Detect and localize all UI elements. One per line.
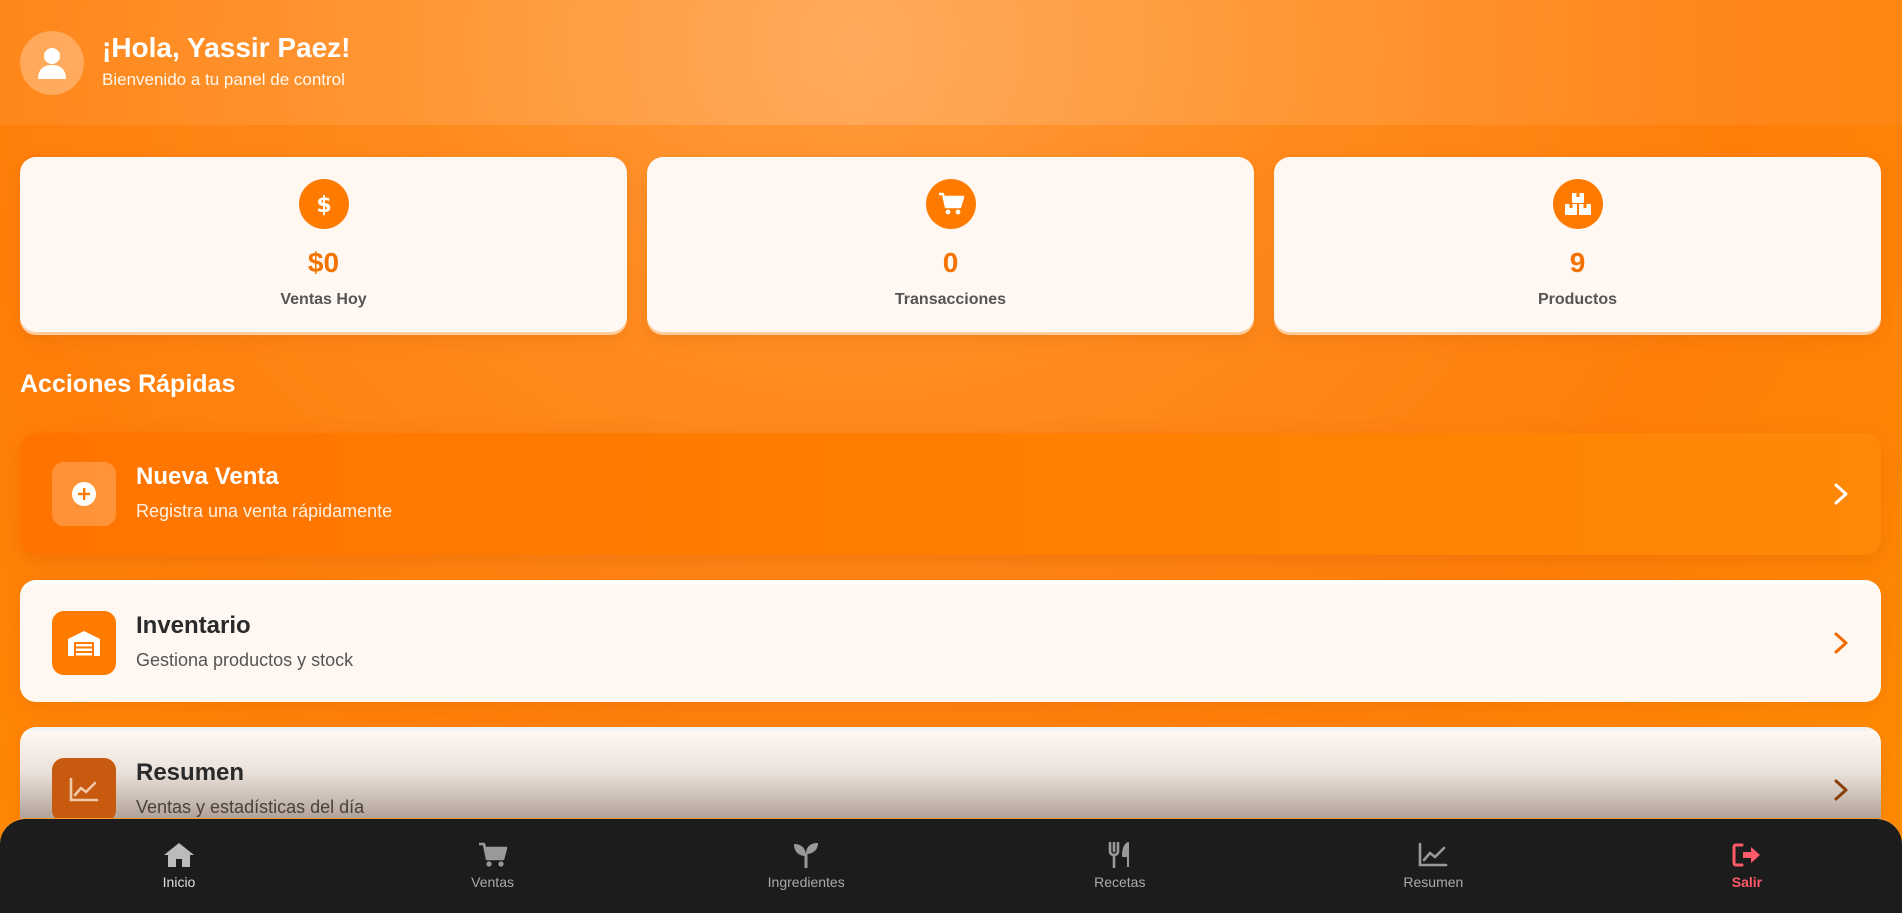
nav-label: Salir [1731,874,1763,890]
nav-item-inicio[interactable]: Inicio [134,842,224,890]
stat-value: 9 [1569,247,1586,278]
plus-circle-icon [52,462,116,526]
action-title: Nueva Venta [136,462,279,490]
warehouse-icon [52,611,116,675]
chevron-right-icon [1829,631,1853,655]
nav-item-ingredientes[interactable]: Ingredientes [761,842,851,890]
stat-card-products: 9 Productos [1274,157,1881,335]
svg-text:$: $ [316,193,331,217]
logout-icon [1732,843,1760,867]
section-title-quick-actions: Acciones Rápidas [20,370,236,398]
stat-card-sales-today: $ $0 Ventas Hoy [20,157,627,335]
greeting-title: ¡Hola, Yassir Paez! [102,31,351,63]
boxes-icon [1552,179,1603,229]
action-title: Resumen [136,758,245,786]
user-icon [38,47,66,79]
stat-value: $0 [307,247,340,278]
dollar-icon: $ [298,179,349,229]
stat-label: Ventas Hoy [280,291,367,308]
chevron-right-icon [1829,482,1853,506]
nav-label: Ventas [471,874,514,890]
action-new-sale[interactable]: Nueva Venta Registra una venta rápidamen… [20,433,1881,555]
chart-line-icon [1419,842,1448,867]
greeting-subtitle: Bienvenido a tu panel de control [102,69,345,89]
stat-label: Productos [1537,291,1618,308]
nav-item-resumen[interactable]: Resumen [1388,842,1478,890]
action-title: Inventario [136,611,251,639]
action-subtitle: Gestiona productos y stock [136,649,354,670]
stat-card-transactions: 0 Transacciones [647,157,1254,335]
nav-label: Resumen [1403,874,1464,890]
cart-icon [478,842,507,867]
seedling-icon [794,843,819,868]
nav-label: Ingredientes [767,874,845,890]
utensils-icon [1108,842,1129,868]
chart-line-icon [52,758,116,822]
nav-item-recetas[interactable]: Recetas [1075,842,1165,890]
action-subtitle: Ventas y estadísticas del día [136,796,365,817]
home-icon [164,843,194,867]
nav-item-salir[interactable]: Salir [1702,842,1792,890]
stats-row: $ $0 Ventas Hoy 0 Transacciones 9 Produc… [20,157,1881,335]
action-inventory[interactable]: Inventario Gestiona productos y stock [20,580,1881,702]
stat-label: Transacciones [894,291,1007,308]
avatar[interactable] [20,30,84,95]
nav-label: Recetas [1094,874,1146,890]
nav-label: Inicio [162,874,196,890]
chevron-right-icon [1829,778,1853,802]
action-subtitle: Registra una venta rápidamente [136,500,393,521]
stat-value: 0 [942,247,959,278]
header: ¡Hola, Yassir Paez! Bienvenido a tu pane… [0,0,1902,125]
cart-icon [925,179,976,229]
nav-item-ventas[interactable]: Ventas [448,842,538,890]
bottom-nav: Inicio Ventas Ingredientes Recetas Resum… [0,818,1902,913]
